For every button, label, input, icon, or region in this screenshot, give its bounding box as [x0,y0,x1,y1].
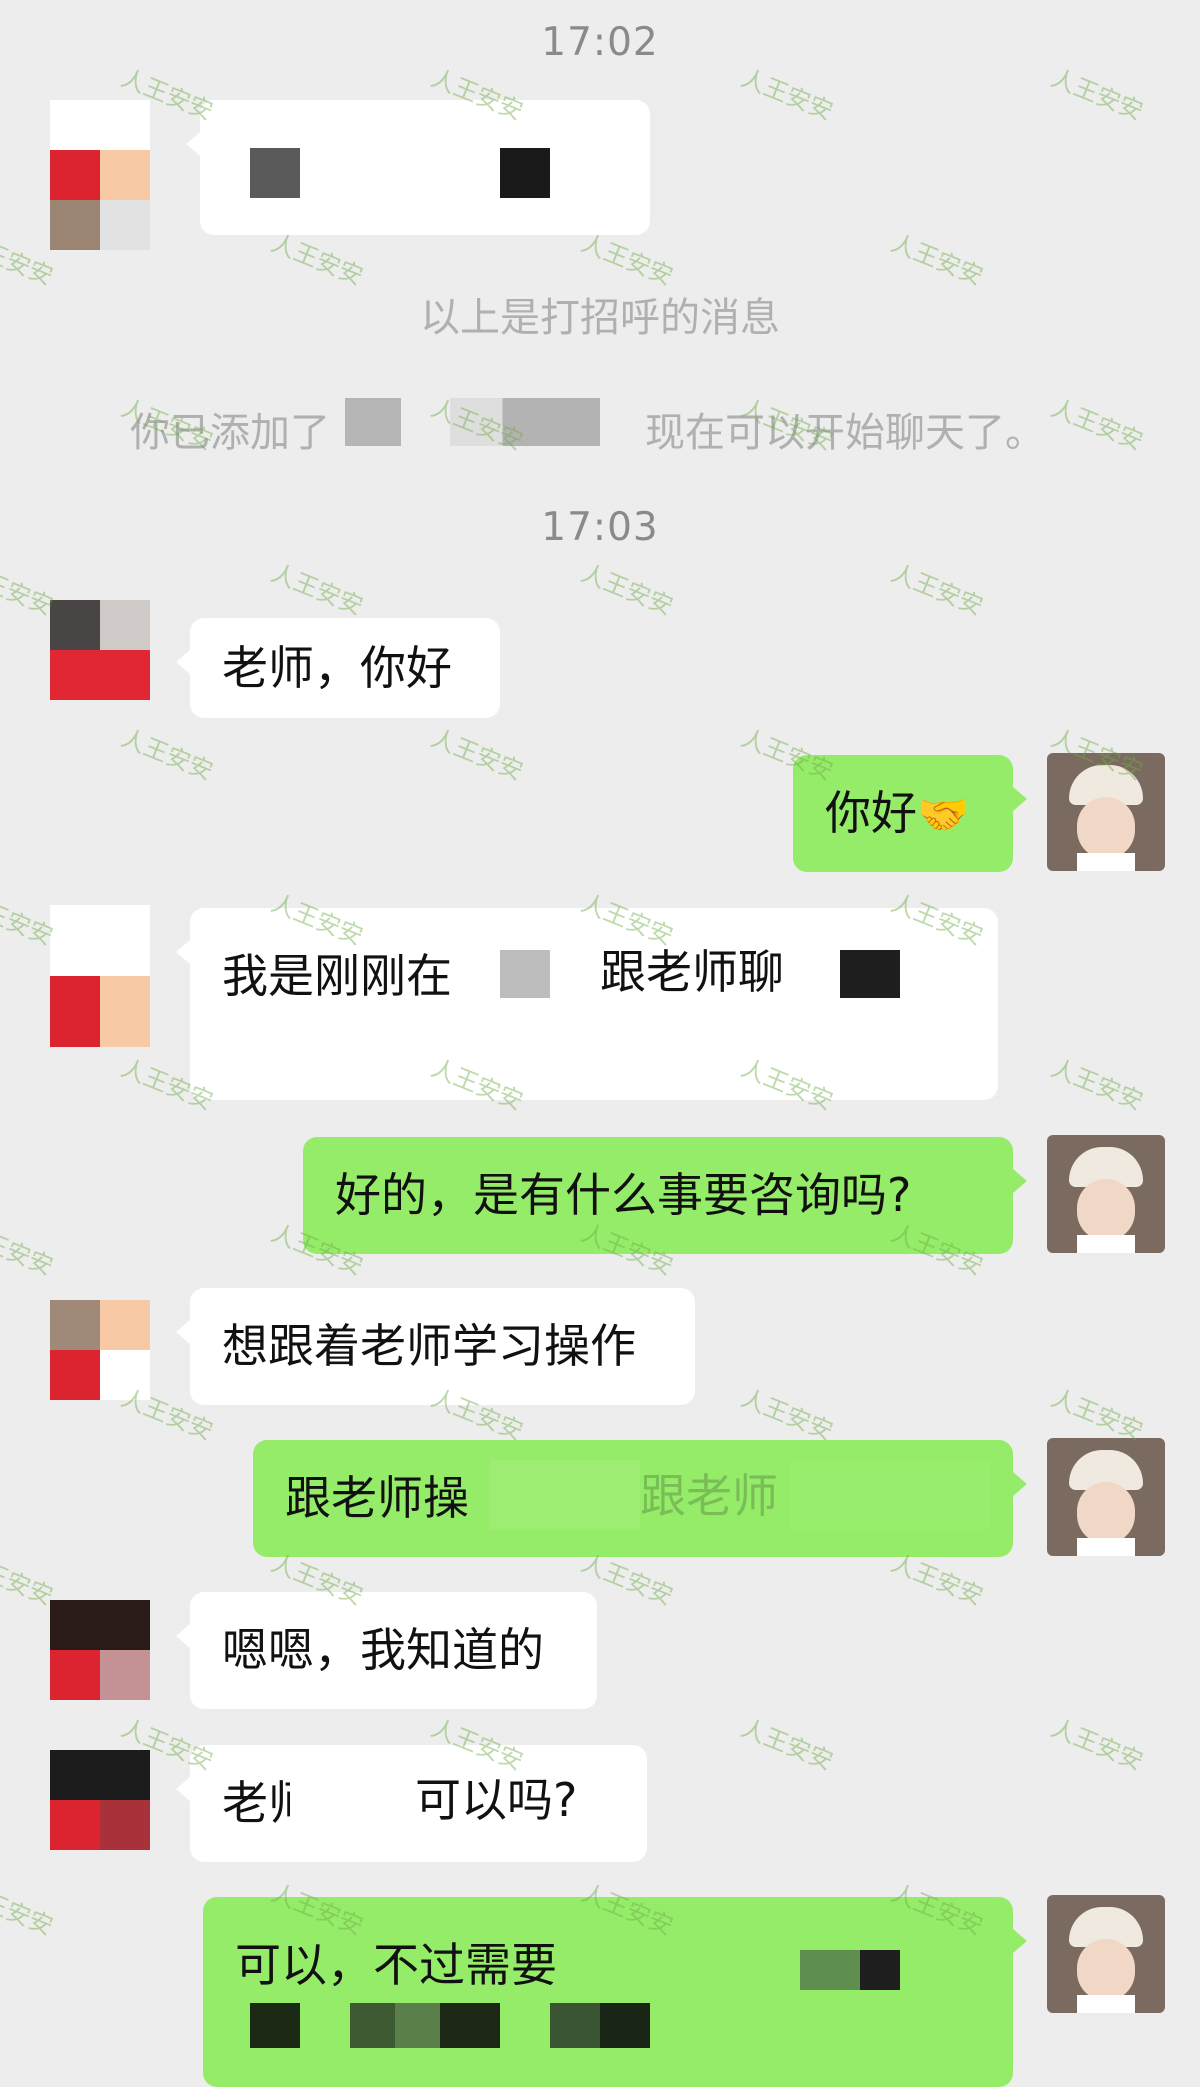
message-text: 可以，不过需要 [235,1938,557,1992]
message-bubble-incoming[interactable]: 老师，你好 [176,618,500,718]
added-note-suffix: 现在可以开始聊天了。 [645,410,1045,456]
watermark-text: 人王安安 [427,723,527,786]
message-text: 跟老师操 [285,1471,469,1525]
redacted-block [800,1950,900,1990]
added-contact-note: 你已添加了 [130,400,330,458]
handshake-emoji-icon: 🤝 [917,790,970,839]
contact-avatar[interactable] [50,905,150,1047]
my-avatar[interactable] [1047,1135,1165,1253]
watermark-text: 人王安安 [1047,1383,1147,1446]
message-text: 嗯嗯，我知道的 [222,1623,544,1677]
message-bubble-outgoing[interactable]: 可以，不过需要 [203,1897,1027,2087]
timestamp: 17:03 [541,505,659,550]
contact-avatar-lower [50,150,150,250]
message-bubble-outgoing[interactable]: 你好🤝 [793,755,1027,872]
redacted-block [250,148,300,198]
watermark-text: 人王安安 [0,1218,57,1281]
redacted-block [840,950,900,998]
contact-avatar[interactable] [50,1300,150,1400]
redacted-block [345,398,401,446]
watermark-text: 人王安安 [0,1878,57,1941]
watermark-text: 人王安安 [737,63,837,126]
watermark-text: 人王安安 [887,558,987,621]
face-shape [1077,1482,1135,1544]
message-text: 老师，你好 [222,641,452,695]
added-note-prefix: 你已添加了 [130,410,330,456]
message-bubble-incoming[interactable]: 想跟着老师学习操作 [176,1288,695,1405]
watermark-text: 人王安安 [117,723,217,786]
watermark-text: 人王安安 [737,1383,837,1446]
redacted-block [490,1460,640,1530]
contact-avatar[interactable] [50,600,150,700]
watermark-text: 人王安安 [1047,63,1147,126]
message-text: 你好 [825,786,917,840]
message-bubble-incoming[interactable]: 嗯嗯，我知道的 [176,1592,597,1709]
redacted-block [790,1460,990,1530]
my-avatar[interactable] [1047,753,1165,871]
redacted-block [450,398,600,446]
contact-avatar[interactable] [50,1600,150,1700]
watermark-text: 人王安安 [1047,1053,1147,1116]
redacted-block [290,1770,410,1830]
message-text: 好的，是有什么事要咨询吗? [335,1168,912,1222]
message-bubble-outgoing[interactable]: 好的，是有什么事要咨询吗? [303,1137,1027,1254]
redacted-block [550,2003,650,2048]
redacted-block [500,950,550,998]
redacted-block [350,2003,500,2048]
message-text: 跟老师聊 [600,945,784,999]
my-avatar[interactable] [1047,1895,1165,2013]
timestamp: 17:02 [541,20,659,65]
redacted-block [500,148,550,198]
watermark-text: 人王安安 [737,1713,837,1776]
face-shape [1077,797,1135,859]
face-shape [1077,1939,1135,2001]
watermark-text: 人王安安 [577,558,677,621]
message-text: 跟老师 [640,1469,778,1523]
message-text: 我是刚刚在 [222,949,452,1003]
greeting-system-note: 以上是打招呼的消息 [420,295,780,341]
watermark-text: 人王安安 [1047,393,1147,456]
watermark-text: 人王安安 [887,228,987,291]
face-shape [1077,1179,1135,1241]
message-bubble-incoming[interactable]: 我是刚刚在 [176,908,998,1100]
contact-avatar[interactable] [50,1750,150,1850]
watermark-text: 人王安安 [267,558,367,621]
message-text: 想跟着老师学习操作 [222,1319,636,1373]
redacted-block [250,2003,300,2048]
message-text: 可以吗? [415,1773,578,1827]
my-avatar[interactable] [1047,1438,1165,1556]
watermark-text: 人王安安 [1047,1713,1147,1776]
